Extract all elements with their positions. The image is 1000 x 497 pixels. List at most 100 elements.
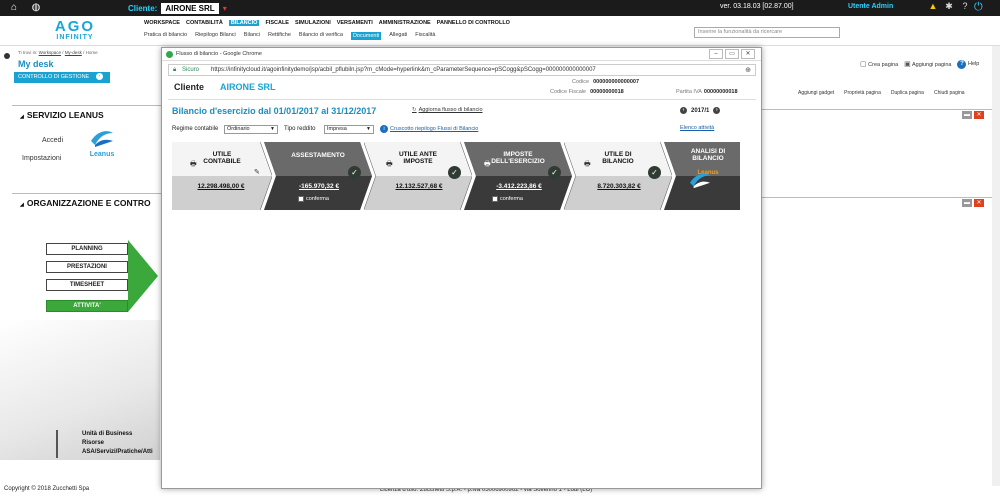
- next-period-button[interactable]: ›: [713, 107, 721, 114]
- minimize-icon[interactable]: ▬: [962, 111, 972, 119]
- breadcrumb-mydesk[interactable]: My-desk: [65, 50, 82, 55]
- breadcrumb-workspace[interactable]: Workspace: [39, 50, 61, 55]
- printer-icon[interactable]: 🖶︎: [190, 160, 197, 171]
- section-servizio-leanus[interactable]: ◢ SERVIZIO LEANUS: [20, 110, 104, 120]
- version-label: ver. 03.18.03 [02.87.00]: [720, 3, 794, 10]
- step-value[interactable]: 12.298.498,00 €: [178, 183, 264, 190]
- url-text[interactable]: https://infinitycloud.it/agoinfinitydemo…: [211, 67, 596, 73]
- window-minimize-button[interactable]: –: [709, 49, 723, 59]
- tipo-select[interactable]: Impresa ▼: [324, 125, 374, 134]
- client-name[interactable]: AIRONE SRL: [161, 2, 219, 14]
- printer-icon[interactable]: 🖶︎: [584, 160, 591, 171]
- leanus-logo[interactable]: Leanus: [82, 127, 122, 165]
- submenu-allegati[interactable]: Allegati: [389, 32, 407, 40]
- step-label: ASSESTAMENTO: [276, 152, 360, 159]
- triangle-icon: ◢: [20, 114, 24, 120]
- conferma-checkbox[interactable]: ✓ conferma: [298, 196, 329, 202]
- close-icon[interactable]: ✕: [974, 111, 984, 119]
- user-name[interactable]: Utente Admin: [848, 3, 893, 10]
- aggiungi-gadget-link[interactable]: Aggiungi gadget: [798, 90, 834, 96]
- menu-contabilita[interactable]: CONTABILITÀ: [186, 20, 223, 26]
- menu-workspace[interactable]: WORKSPACE: [144, 20, 180, 26]
- submenu-fiscalita[interactable]: Fiscalità: [415, 32, 435, 40]
- duplica-pagina-link[interactable]: Duplica pagina: [891, 90, 924, 96]
- submenu-pratica[interactable]: Pratica di bilancio: [144, 32, 187, 40]
- flag-icon: ▾: [222, 3, 227, 13]
- prev-period-button[interactable]: ‹: [680, 107, 687, 114]
- aggiorna-flusso-link[interactable]: ↻ Aggiorna flusso di bilancio: [412, 107, 483, 113]
- step-imposte-esercizio[interactable]: IMPOSTE DELL'ESERCIZIO 🖶︎ ✓ -3.412.223,86…: [464, 142, 572, 210]
- feature-search-input[interactable]: Inserire la funzionalità da ricercare: [694, 27, 840, 38]
- window-maximize-button[interactable]: ▭: [725, 49, 739, 59]
- submenu-verifica[interactable]: Bilancio di verifica: [299, 32, 343, 40]
- step-value[interactable]: -3.412.223,86 €: [478, 183, 560, 190]
- check-icon: ✓: [648, 166, 661, 179]
- page-icon: ▢: [860, 61, 867, 68]
- printer-icon[interactable]: 🖶︎: [386, 160, 393, 171]
- list-item[interactable]: Unità di Business: [82, 430, 153, 439]
- menu-simulazioni[interactable]: SIMULAZIONI: [295, 20, 331, 26]
- submenu-riepilogo[interactable]: Riepilogo Bilanci: [195, 32, 236, 40]
- window-title: Flusso di bilancio - Google Chrome: [176, 51, 262, 57]
- regime-label: Regime contabile: [172, 126, 219, 132]
- collapse-icon[interactable]: [4, 53, 10, 59]
- minimize-icon[interactable]: ▬: [962, 199, 972, 207]
- submenu-bilanci[interactable]: Bilanci: [244, 32, 260, 40]
- section-organizzazione[interactable]: ◢ ORGANIZZAZIONE E CONTRO: [20, 198, 151, 208]
- close-icon[interactable]: ✕: [974, 199, 984, 207]
- step-value[interactable]: -165.970,32 €: [278, 183, 360, 190]
- globe-icon[interactable]: ◍: [30, 2, 42, 14]
- step-value[interactable]: 12.132.527,68 €: [378, 183, 460, 190]
- timesheet-button[interactable]: TIMESHEET: [46, 279, 128, 291]
- step-label: ANALISI DI BILANCIO: [678, 148, 738, 162]
- analysis-leanus-logo[interactable]: Leanus: [688, 170, 728, 189]
- cliente-value: AIRONE SRL: [220, 82, 276, 92]
- list-item[interactable]: ASA/Servizi/Pratiche/Atti: [82, 448, 153, 457]
- proprieta-pagina-link[interactable]: Proprietà pagina: [844, 90, 881, 96]
- sub-menu: Pratica di bilancio Riepilogo Bilanci Bi…: [144, 32, 435, 40]
- window-titlebar[interactable]: Flusso di bilancio - Google Chrome – ▭ ✕: [162, 48, 761, 61]
- warning-icon[interactable]: ▲: [928, 1, 938, 12]
- impostazioni-label[interactable]: Impostazioni: [22, 155, 61, 162]
- step-analisi-bilancio[interactable]: ANALISI DI BILANCIO Leanus: [664, 142, 740, 210]
- zoom-icon[interactable]: ⊕: [745, 66, 751, 74]
- step-assestamento[interactable]: ASSESTAMENTO ✓ -165.970,32 € ✓ conferma: [264, 142, 372, 210]
- prestazioni-button[interactable]: PRESTAZIONI: [46, 261, 128, 273]
- aggiungi-pagina-link[interactable]: ▣ Aggiungi pagina: [904, 60, 951, 69]
- regime-select[interactable]: Ordinario ▼: [224, 125, 278, 134]
- step-utile-bilancio[interactable]: UTILE DI BILANCIO 🖶︎ ✓ 8.720.303,82 €: [564, 142, 672, 210]
- menu-pannello[interactable]: PANNELLO DI CONTROLLO: [437, 20, 510, 26]
- printer-icon[interactable]: 🖶︎: [484, 160, 491, 171]
- submenu-documenti[interactable]: Documenti: [350, 32, 382, 40]
- crea-pagina-link[interactable]: ▢ Crea pagina: [860, 60, 898, 69]
- menu-versamenti[interactable]: VERSAMENTI: [337, 20, 373, 26]
- menu-amministrazione[interactable]: AMMINISTRAZIONE: [379, 20, 431, 26]
- menu-bilancio[interactable]: BILANCIO: [228, 20, 260, 26]
- planning-button[interactable]: PLANNING: [46, 243, 128, 255]
- client-selector[interactable]: Cliente: AIRONE SRL ▾: [128, 2, 227, 14]
- attivita-button[interactable]: ATTIVITA': [46, 300, 128, 312]
- step-utile-ante-imposte[interactable]: UTILE ANTE IMPOSTE 🖶︎ ✓ 12.132.527,68 €: [364, 142, 472, 210]
- controllo-gestione-button[interactable]: CONTROLLO DI GESTIONE ›: [14, 72, 110, 83]
- menu-fiscale[interactable]: FISCALE: [265, 20, 289, 26]
- conferma-checkbox[interactable]: ✓ conferma: [492, 196, 523, 202]
- accedi-label[interactable]: Accedi: [42, 137, 63, 144]
- home-icon[interactable]: ⌂: [8, 2, 20, 14]
- checkbox-icon: ✓: [492, 196, 498, 202]
- elenco-attivita-link[interactable]: Elenco attività: [680, 125, 714, 131]
- address-bar[interactable]: 🔒︎ Sicuro https://infinitycloud.it/agoin…: [168, 64, 756, 76]
- settings-icon[interactable]: ✱: [944, 1, 954, 12]
- chiudi-pagina-link[interactable]: Chiudi pagina: [934, 90, 965, 96]
- cruscotto-link[interactable]: i Cruscotto riepilogo Flussi di Bilancio: [380, 125, 478, 133]
- page-scrollbar[interactable]: [992, 46, 1000, 486]
- help-link[interactable]: ? Help: [957, 60, 979, 69]
- edit-icon[interactable]: ✎: [254, 168, 260, 176]
- list-item[interactable]: Risorse: [82, 439, 153, 448]
- step-value[interactable]: 8.720.303,82 €: [578, 183, 660, 190]
- window-close-button[interactable]: ✕: [741, 49, 755, 59]
- app-logo[interactable]: AGO INFINITY: [40, 19, 110, 42]
- submenu-rettifiche[interactable]: Rettifiche: [268, 32, 291, 40]
- help-icon[interactable]: ?: [960, 1, 970, 12]
- step-utile-contabile[interactable]: UTILE CONTABILE 🖶︎ ✎ 12.298.498,00 €: [172, 142, 272, 210]
- power-icon[interactable]: ⏻: [974, 1, 983, 14]
